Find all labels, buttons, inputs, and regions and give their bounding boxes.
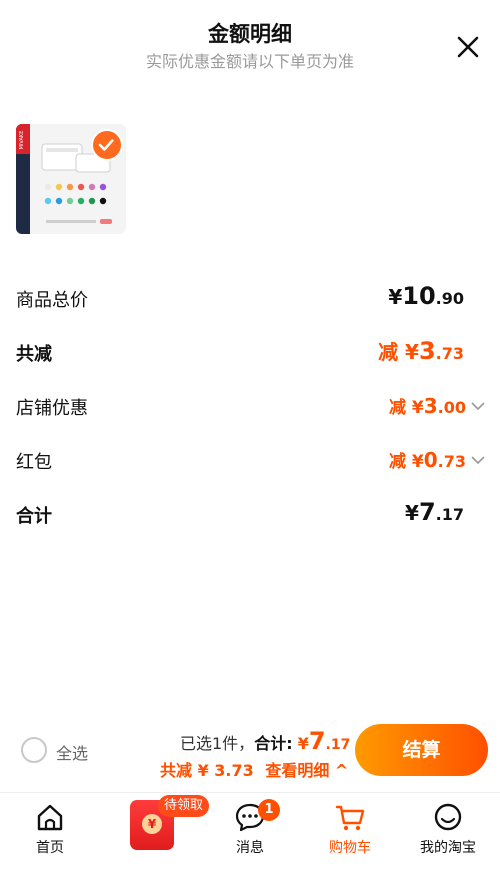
row-label: 红包 (16, 452, 52, 473)
tab-label: 消息 (236, 840, 264, 856)
tab-profile[interactable]: 我的淘宝 (408, 801, 488, 861)
row-label: 商品总价 (16, 290, 88, 311)
row-red-packet[interactable]: 红包 减 ¥0.73 (16, 444, 486, 480)
tab-bar: 首页 消息 购物车 我的淘宝 (0, 792, 500, 875)
discount-summary: 共减 ¥ 3.73 查看明细 ^ (160, 757, 348, 781)
total-amount: ¥7.17 (297, 727, 351, 755)
product-select-checkbox[interactable] (91, 129, 123, 161)
tab-label: 我的淘宝 (420, 840, 476, 856)
page-title: 金额明细 (208, 22, 292, 46)
tab-label: 购物车 (329, 840, 371, 856)
close-icon[interactable] (454, 33, 482, 61)
row-goods-total: 商品总价 ¥10.90 (16, 282, 486, 318)
tab-home[interactable]: 首页 (10, 801, 90, 861)
red-packet-value: 减 ¥0.73 (388, 448, 466, 472)
checkmark-icon (98, 139, 114, 151)
chevron-down-icon[interactable] (470, 452, 486, 468)
profile-icon (434, 803, 462, 831)
red-packet-badge: 待领取 (158, 795, 210, 817)
row-grand-total: 合计 ¥7.17 (16, 498, 486, 534)
chevron-down-icon[interactable] (470, 398, 486, 414)
goods-total-value: ¥10.90 (388, 282, 464, 310)
select-all-label[interactable]: 全选 (56, 740, 88, 764)
message-count-badge: 1 (258, 799, 280, 821)
header: 金额明细 实际优惠金额请以下单页为准 (0, 0, 500, 90)
row-label: 共减 (16, 344, 52, 365)
grand-total-value: ¥7.17 (405, 498, 464, 526)
page-subtitle: 实际优惠金额请以下单页为准 (145, 52, 354, 71)
selected-count-text: 已选1件， (180, 734, 255, 753)
row-total-discount: 共减 减 ¥3.73 (16, 336, 486, 372)
row-label: 店铺优惠 (16, 398, 88, 419)
row-store-discount[interactable]: 店铺优惠 减 ¥3.00 (16, 390, 486, 426)
select-all-radio[interactable] (21, 737, 47, 763)
tab-label: 首页 (36, 840, 64, 856)
checkout-button[interactable]: 结算 (355, 724, 488, 776)
store-discount-value: 减 ¥3.00 (388, 394, 466, 418)
yuan-coin-icon: ¥ (142, 814, 162, 834)
tab-cart[interactable]: 购物车 (310, 801, 390, 861)
view-detail-link[interactable]: 查看明细 ^ (265, 761, 348, 780)
cart-icon (335, 805, 365, 831)
discount-text: 共减 ¥ 3.73 (160, 761, 254, 780)
row-label: 合计 (16, 506, 52, 527)
total-discount-value: 减 ¥3.73 (378, 337, 464, 365)
svg-text:MIVAKE: MIVAKE (19, 131, 25, 150)
home-icon (37, 804, 63, 831)
selection-summary: 已选1件，合计: ¥7.17 (180, 727, 350, 755)
total-label: 合计: (254, 734, 293, 753)
